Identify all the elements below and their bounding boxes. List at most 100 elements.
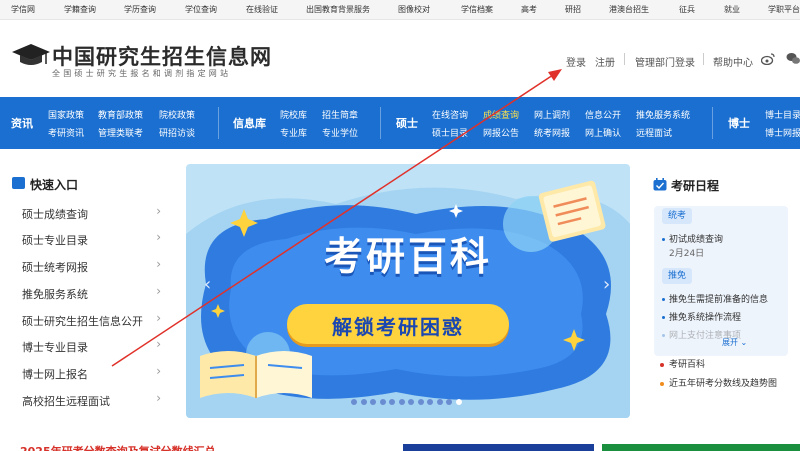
topbar-link-xuewei[interactable]: 学位查询 xyxy=(185,4,217,15)
main-nav-bar: 资讯 国家政策 教育部政策 院校政策 考研资讯 管理类联考 研招访谈 信息库 院… xyxy=(0,97,800,149)
schedule-title: 考研日程 xyxy=(671,179,720,193)
nav-link-professional-degree[interactable]: 专业学位 xyxy=(322,126,358,139)
carousel-dot[interactable] xyxy=(408,399,414,405)
bottom-blue-banner[interactable] xyxy=(403,444,594,451)
link-score-trend[interactable]: 近五年研考分数线及趋势图 xyxy=(660,376,777,389)
register-link[interactable]: 注册 xyxy=(595,54,615,69)
schedule-tag-exam[interactable]: 统考 xyxy=(662,208,693,224)
bottom-green-banner[interactable] xyxy=(602,444,800,451)
topbar-link-xuezhi[interactable]: 学职平台 xyxy=(768,4,800,15)
nav-link-online-confirm[interactable]: 网上确认 xyxy=(585,126,621,139)
schedule-item[interactable]: 推免系统操作流程 xyxy=(662,310,741,323)
schedule-date: 2月24日 xyxy=(669,249,705,259)
chevron-right-icon: › xyxy=(156,311,161,325)
banner-subtitle-pill: 解锁考研困惑 xyxy=(287,304,509,344)
quick-item-master-registration[interactable]: 硕士统考网报 › xyxy=(12,253,173,279)
site-header: 中国研究生招生信息网 全国硕士研究生报名和调剂指定网站 登录 注册 管理部门登录… xyxy=(0,20,800,97)
nav-link-management-exam[interactable]: 管理类联考 xyxy=(98,126,143,139)
topbar-link-xueji[interactable]: 学籍查询 xyxy=(64,4,96,15)
carousel-dot[interactable] xyxy=(417,399,424,405)
topbar-link-archive[interactable]: 学信档案 xyxy=(461,4,493,15)
topbar-link-chsi[interactable]: 学信网 xyxy=(11,4,35,15)
quick-item-recommend-system[interactable]: 推免服务系统 › xyxy=(12,280,173,306)
chevron-right-icon: › xyxy=(156,364,161,378)
nav-link-school-db[interactable]: 院校库 xyxy=(280,108,307,121)
admin-login-link[interactable]: 管理部门登录 xyxy=(635,54,695,69)
carousel-prev-icon[interactable]: ‹ xyxy=(204,274,211,295)
nav-section-news[interactable]: 资讯 xyxy=(11,115,33,131)
carousel-dot[interactable] xyxy=(455,399,462,405)
nav-link-school-policy[interactable]: 院校政策 xyxy=(159,108,195,121)
nav-link-info-public[interactable]: 信息公开 xyxy=(585,108,621,121)
topbar-link-image[interactable]: 图像校对 xyxy=(398,4,430,15)
exam-schedule-panel: 考研日程 统考 初试成绩查询 2月24日 推免 推免生需提前准备的信息 推免系统… xyxy=(642,164,800,418)
topbar-link-zhengbing[interactable]: 征兵 xyxy=(679,4,695,15)
topbar-link-yanzhao[interactable]: 研招 xyxy=(565,4,581,15)
topbar-link-verify[interactable]: 在线验证 xyxy=(246,4,278,15)
nav-link-interview[interactable]: 研招访谈 xyxy=(159,126,195,139)
nav-section-master[interactable]: 硕士 xyxy=(396,115,418,131)
chevron-right-icon: › xyxy=(156,204,161,218)
topbar-link-gat[interactable]: 港澳台招生 xyxy=(609,4,649,15)
chevron-right-icon: › xyxy=(156,230,161,244)
chevron-right-icon: › xyxy=(156,257,161,271)
nav-link-kaoyan-news[interactable]: 考研资讯 xyxy=(48,126,84,139)
nav-link-moe-policy[interactable]: 教育部政策 xyxy=(98,108,143,121)
carousel-dot[interactable] xyxy=(398,399,405,405)
help-center-link[interactable]: 帮助中心 xyxy=(713,54,753,69)
nav-divider xyxy=(218,107,219,139)
schedule-item[interactable]: 推免生需提前准备的信息 xyxy=(662,292,768,305)
quick-item-master-catalog[interactable]: 硕士专业目录 › xyxy=(12,226,173,252)
quick-item-doctor-registration[interactable]: 博士网上报名 › xyxy=(12,360,173,386)
wechat-icon[interactable] xyxy=(786,52,800,65)
carousel-dot[interactable] xyxy=(370,399,376,405)
topbar-link-gaokao[interactable]: 高考 xyxy=(521,4,537,15)
schedule-list: 统考 初试成绩查询 2月24日 推免 推免生需提前准备的信息 推免系统操作流程 … xyxy=(654,206,788,356)
carousel-dot[interactable] xyxy=(446,399,452,405)
nav-link-score-query[interactable]: 成绩查询 xyxy=(483,108,519,121)
carousel-dot[interactable] xyxy=(427,399,433,405)
nav-section-database[interactable]: 信息库 xyxy=(233,115,266,131)
login-link[interactable]: 登录 xyxy=(566,54,586,69)
carousel-dot[interactable] xyxy=(389,399,395,405)
nav-link-brochure[interactable]: 招生简章 xyxy=(322,108,358,121)
schedule-expand-button[interactable]: 展开 ⌄ xyxy=(722,337,747,348)
nav-link-recommend-system[interactable]: 推免服务系统 xyxy=(636,108,690,121)
header-divider xyxy=(703,53,704,65)
nav-link-registration-notice[interactable]: 网报公告 xyxy=(483,126,519,139)
weibo-icon[interactable] xyxy=(761,53,775,65)
nav-link-online-consult[interactable]: 在线咨询 xyxy=(432,108,468,121)
quick-entry-title: 快速入口 xyxy=(30,178,79,192)
nav-section-doctor[interactable]: 博士 xyxy=(728,115,750,131)
score-headline-link[interactable]: 2025年研考分数查询及复试分数线汇总 xyxy=(20,443,216,451)
quick-item-remote-interview[interactable]: 高校招生远程面试 › xyxy=(12,387,173,413)
nav-link-doctor-registration[interactable]: 博士网报 xyxy=(765,126,800,139)
nav-link-master-catalog[interactable]: 硕士目录 xyxy=(432,126,468,139)
nav-link-remote-interview[interactable]: 远程面试 xyxy=(636,126,672,139)
topbar-link-xueli[interactable]: 学历查询 xyxy=(124,4,156,15)
schedule-item[interactable]: 初试成绩查询 xyxy=(662,232,723,245)
chevron-down-icon: ⌄ xyxy=(740,338,748,347)
quick-item-info-public[interactable]: 硕士研究生招生信息公开 › xyxy=(12,307,173,333)
header-divider xyxy=(624,53,625,65)
carousel-dot[interactable] xyxy=(379,399,386,405)
topbar-link-overseas[interactable]: 出国教育背景服务 xyxy=(306,4,370,15)
nav-divider xyxy=(380,107,381,139)
nav-link-national-policy[interactable]: 国家政策 xyxy=(48,108,84,121)
chevron-right-icon: › xyxy=(156,337,161,351)
nav-link-major-db[interactable]: 专业库 xyxy=(280,126,307,139)
quick-item-doctor-catalog[interactable]: 博士专业目录 › xyxy=(12,333,173,359)
topbar-link-jiuye[interactable]: 就业 xyxy=(724,4,740,15)
nav-link-exam-registration[interactable]: 统考网报 xyxy=(534,126,570,139)
schedule-tag-recommend[interactable]: 推免 xyxy=(662,268,693,284)
carousel-dot[interactable] xyxy=(360,399,367,405)
link-kaoyan-baike[interactable]: 考研百科 xyxy=(660,357,705,370)
quick-item-master-score[interactable]: 硕士成绩查询 › xyxy=(12,200,173,226)
promo-banner-carousel[interactable]: 考研百科 解锁考研困惑 ‹ › xyxy=(186,164,630,418)
carousel-dot[interactable] xyxy=(436,399,443,405)
carousel-dot[interactable] xyxy=(351,399,357,405)
nav-link-doctor-catalog[interactable]: 博士目录 xyxy=(765,108,800,121)
site-logo-title[interactable]: 中国研究生招生信息网 xyxy=(52,41,272,71)
nav-link-adjustment[interactable]: 网上调剂 xyxy=(534,108,570,121)
carousel-next-icon[interactable]: › xyxy=(603,274,610,295)
